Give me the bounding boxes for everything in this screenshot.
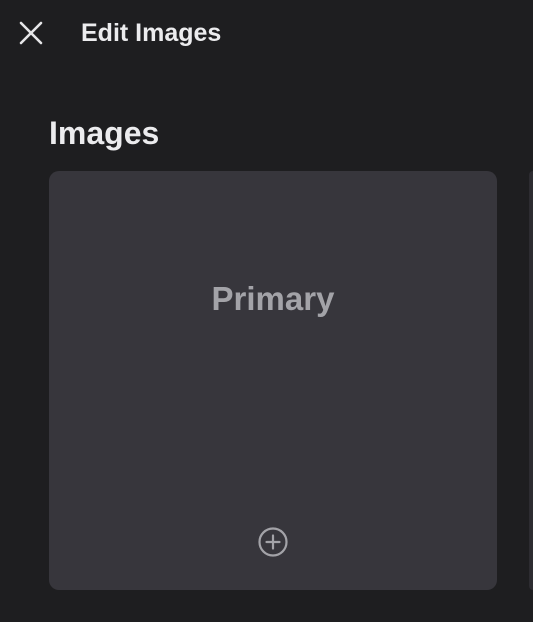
image-slot-label: Primary bbox=[211, 280, 335, 317]
add-image-button[interactable] bbox=[257, 526, 289, 558]
header: Edit Images bbox=[0, 0, 533, 68]
edit-images-screen: Edit Images Images Primary bbox=[0, 0, 533, 622]
close-icon bbox=[19, 21, 43, 45]
close-button[interactable] bbox=[14, 16, 48, 50]
plus-circle-icon bbox=[258, 527, 288, 557]
page-title: Edit Images bbox=[81, 19, 222, 47]
images-section-title: Images bbox=[49, 115, 160, 151]
next-image-slot-edge[interactable] bbox=[529, 171, 533, 590]
primary-image-slot[interactable]: Primary bbox=[49, 171, 497, 590]
